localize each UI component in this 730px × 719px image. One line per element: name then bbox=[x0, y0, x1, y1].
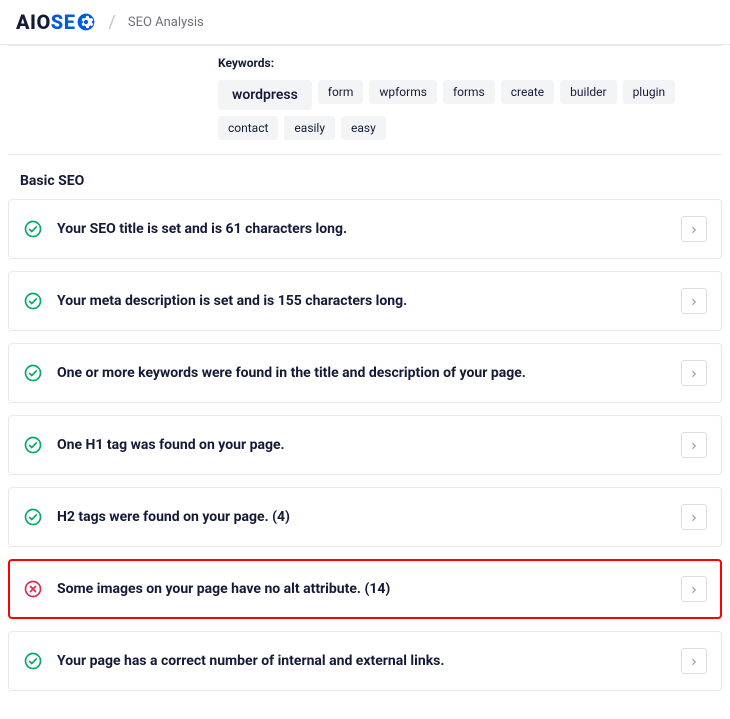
expand-button[interactable] bbox=[681, 504, 707, 530]
chevron-right-icon bbox=[689, 580, 699, 599]
expand-button[interactable] bbox=[681, 288, 707, 314]
keyword-tag[interactable]: easy bbox=[341, 116, 386, 140]
chevron-right-icon bbox=[689, 436, 699, 455]
check-row[interactable]: Your meta description is set and is 155 … bbox=[8, 271, 722, 331]
expand-button[interactable] bbox=[681, 432, 707, 458]
expand-button[interactable] bbox=[681, 576, 707, 602]
keywords-label: Keywords: bbox=[218, 56, 712, 70]
keyword-primary[interactable]: wordpress bbox=[218, 80, 312, 110]
check-row[interactable]: Your SEO title is set and is 61 characte… bbox=[8, 199, 722, 259]
check-circle-icon bbox=[23, 507, 43, 527]
keyword-tag[interactable]: contact bbox=[218, 116, 278, 140]
keyword-tag[interactable]: form bbox=[318, 80, 364, 104]
content: Keywords: wordpress form wpforms forms c… bbox=[0, 45, 730, 719]
expand-button[interactable] bbox=[681, 216, 707, 242]
chevron-right-icon bbox=[689, 220, 699, 239]
check-message: H2 tags were found on your page. (4) bbox=[57, 509, 671, 525]
chevron-right-icon bbox=[689, 652, 699, 671]
keyword-tag[interactable]: builder bbox=[560, 80, 616, 104]
chevron-right-icon bbox=[689, 364, 699, 383]
keyword-tag[interactable]: create bbox=[501, 80, 554, 104]
expand-button[interactable] bbox=[681, 360, 707, 386]
section-title: Basic SEO bbox=[20, 173, 722, 189]
gear-icon bbox=[76, 12, 96, 32]
check-message: Your SEO title is set and is 61 characte… bbox=[57, 221, 671, 237]
check-circle-icon bbox=[23, 435, 43, 455]
breadcrumb-divider: / bbox=[108, 12, 115, 33]
check-message: One or more keywords were found in the t… bbox=[57, 365, 671, 381]
check-message: One H1 tag was found on your page. bbox=[57, 437, 671, 453]
check-circle-icon bbox=[23, 291, 43, 311]
keyword-tag[interactable]: forms bbox=[443, 80, 495, 104]
check-circle-icon bbox=[23, 219, 43, 239]
check-message: Your meta description is set and is 155 … bbox=[57, 293, 671, 309]
expand-button[interactable] bbox=[681, 648, 707, 674]
check-row[interactable]: One or more keywords were found in the t… bbox=[8, 343, 722, 403]
check-message: Your page has a correct number of intern… bbox=[57, 653, 671, 669]
breadcrumb: SEO Analysis bbox=[128, 15, 204, 30]
check-row[interactable]: Some images on your page have no alt att… bbox=[8, 559, 722, 619]
check-row[interactable]: Your page has a correct number of intern… bbox=[8, 631, 722, 691]
check-circle-icon bbox=[23, 651, 43, 671]
logo: AIOSE bbox=[16, 10, 96, 34]
keyword-tag[interactable]: wpforms bbox=[369, 80, 437, 104]
chevron-right-icon bbox=[689, 292, 699, 311]
check-circle-icon bbox=[23, 363, 43, 383]
error-circle-icon bbox=[23, 579, 43, 599]
keyword-tag[interactable]: easily bbox=[284, 116, 335, 140]
logo-text-se: SE bbox=[51, 10, 76, 34]
app-header: AIOSE / SEO Analysis bbox=[0, 0, 730, 45]
check-row[interactable]: H2 tags were found on your page. (4) bbox=[8, 487, 722, 547]
check-message: Some images on your page have no alt att… bbox=[57, 581, 671, 597]
keyword-tag[interactable]: plugin bbox=[623, 80, 676, 104]
chevron-right-icon bbox=[689, 508, 699, 527]
keywords-section: Keywords: wordpress form wpforms forms c… bbox=[8, 45, 722, 155]
logo-text-aio: AIO bbox=[16, 10, 51, 34]
check-row[interactable]: One H1 tag was found on your page. bbox=[8, 415, 722, 475]
